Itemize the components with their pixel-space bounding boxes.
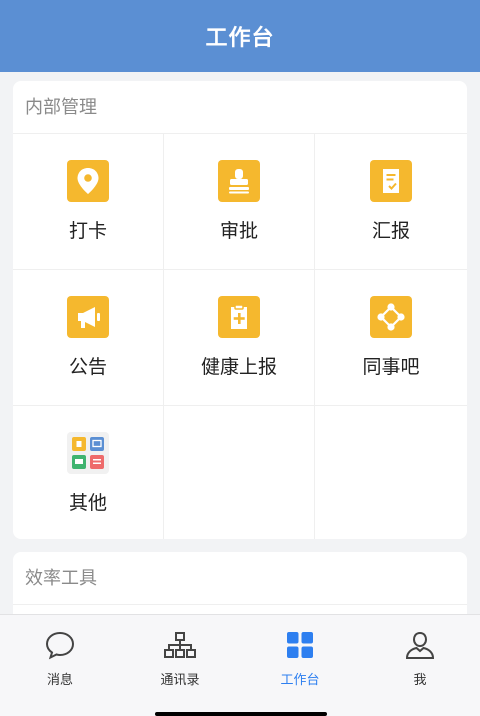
app-item-checkin[interactable]: 打卡 [13,134,164,270]
tab-label: 工作台 [280,673,320,688]
network-icon [370,296,412,338]
app-item-other[interactable]: 其他 [13,406,164,539]
tab-label: 我 [413,673,427,688]
tab-me[interactable]: 我 [360,615,480,716]
app-item-colleagues[interactable]: 同事吧 [315,270,467,406]
report-icon [370,160,412,202]
location-pin-icon [67,160,109,202]
app-item-label: 审批 [219,220,258,242]
tab-messages[interactable]: 消息 [0,615,120,716]
org-chart-icon [163,629,197,661]
app-item-label: 健康上报 [200,356,277,378]
stamp-icon [218,160,260,202]
tab-label: 消息 [46,673,73,688]
page-title: 工作台 [205,26,275,51]
apps-grid-icon [67,432,109,474]
app-item-announcement[interactable]: 公告 [13,270,164,406]
section-title: 内部管理 [13,81,467,134]
tab-contacts[interactable]: 通讯录 [120,615,240,716]
empty-cell [315,406,467,539]
app-item-report[interactable]: 汇报 [315,134,467,270]
tab-workbench[interactable]: 工作台 [240,615,360,716]
top-nav-bar: 工作台 [0,0,480,72]
app-item-approval[interactable]: 审批 [164,134,315,270]
empty-cell [164,406,315,539]
app-item-health-report[interactable]: 健康上报 [164,270,315,406]
tab-label: 通讯录 [160,673,200,688]
section-title: 效率工具 [13,552,467,605]
app-item-label: 汇报 [371,220,410,242]
internal-management-section: 内部管理 打卡 审批 汇报 公告 健康上报 同事吧 其他 [13,81,467,539]
home-indicator [155,712,327,716]
health-clipboard-icon [218,296,260,338]
bottom-tab-bar: 消息 通讯录 工作台 我 [0,614,480,716]
app-item-label: 打卡 [68,220,107,242]
app-item-label: 其他 [68,492,107,514]
app-item-label: 公告 [68,356,107,378]
workbench-grid-icon [283,629,317,661]
chat-bubble-icon [43,629,77,661]
app-grid: 打卡 审批 汇报 公告 健康上报 同事吧 其他 [13,134,467,539]
person-icon [403,629,437,661]
app-item-label: 同事吧 [362,356,420,378]
megaphone-icon [67,296,109,338]
